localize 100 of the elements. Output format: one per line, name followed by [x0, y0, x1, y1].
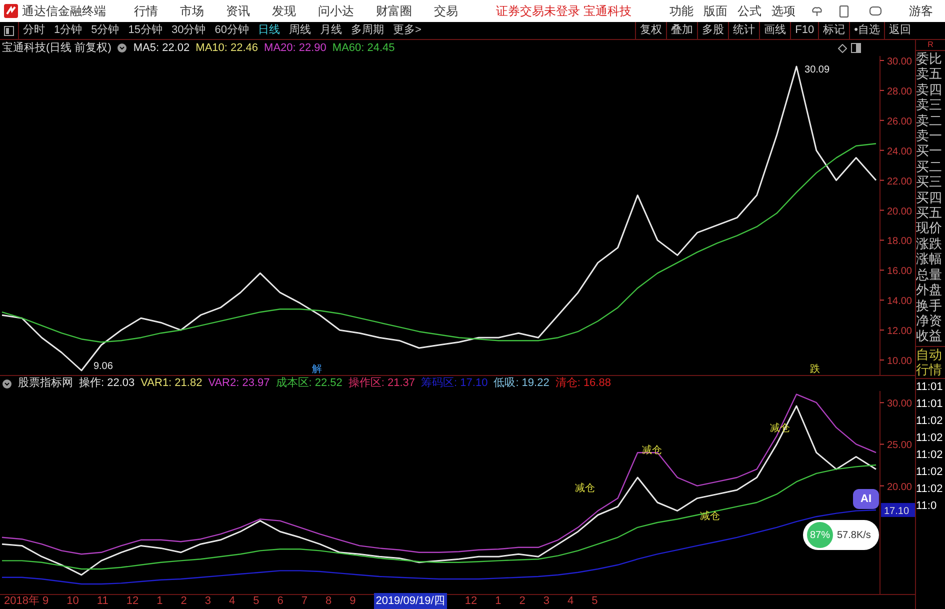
- message-icon[interactable]: [869, 6, 882, 16]
- quote-label: 外盘: [916, 282, 943, 298]
- chart-marker: 减仓: [700, 511, 720, 522]
- time-label: 5: [592, 594, 598, 609]
- menu-item[interactable]: 问小达: [318, 2, 354, 20]
- indicator-value: 筹码区: 17.10: [421, 376, 488, 392]
- indicator-value: VAR2: 23.97: [208, 376, 270, 392]
- chart-marker: 9.06: [93, 361, 113, 372]
- period-tab[interactable]: 30分钟: [172, 22, 206, 39]
- menu-item[interactable]: 选项: [771, 2, 796, 20]
- diamond-icon[interactable]: [838, 44, 847, 52]
- axis-label: 30.00: [886, 398, 912, 410]
- ai-button[interactable]: AI: [853, 489, 879, 509]
- chart-marker: 30.09: [804, 64, 830, 76]
- period-tab[interactable]: 1分钟: [54, 22, 82, 39]
- time-label: 12: [126, 594, 139, 609]
- login-notice[interactable]: 证券交易未登录 宝通科技: [496, 2, 632, 20]
- toolbar-button[interactable]: F10: [790, 22, 818, 40]
- quote-label: 委比: [916, 51, 943, 66]
- time-label: 12: [464, 594, 478, 609]
- period-tab[interactable]: 分时: [23, 22, 45, 39]
- quote-label: 收益: [916, 328, 943, 344]
- axis-label: 24.00: [886, 146, 912, 158]
- period-tab[interactable]: 60分钟: [214, 22, 249, 39]
- indicator-value: 操作区: 21.37: [348, 376, 416, 392]
- cloud-icon[interactable]: [811, 5, 824, 17]
- chart-title: 宝通科技(日线 前复权): [2, 40, 112, 56]
- time-label: 1: [495, 594, 502, 609]
- toolbar-button[interactable]: 返回: [884, 22, 915, 40]
- period-tab[interactable]: 更多>: [393, 22, 422, 39]
- settings-icon[interactable]: [2, 378, 12, 388]
- toolbar-button[interactable]: •自选: [849, 22, 884, 40]
- menu-item[interactable]: 版面: [703, 2, 728, 20]
- quote-label: 买三: [916, 174, 943, 190]
- quote-label: 换手: [916, 298, 943, 313]
- quote-label: 卖一: [916, 128, 943, 144]
- period-tab[interactable]: 周线: [289, 22, 311, 39]
- time-label: 6: [277, 594, 284, 609]
- time-label: 5: [253, 594, 260, 609]
- time-label: 4: [567, 594, 574, 609]
- menu-item[interactable]: 功能: [669, 2, 694, 20]
- axis-label: 26.00: [886, 116, 912, 128]
- network-speed-widget[interactable]: 87% 57.8K/s: [803, 520, 879, 550]
- current-value-tag: 17.10: [881, 502, 915, 517]
- toolbar-button[interactable]: 复权: [635, 22, 666, 40]
- phone-icon[interactable]: [839, 4, 850, 18]
- r-label: R: [926, 40, 934, 50]
- time-label: 7: [301, 594, 308, 609]
- time-label: 11: [96, 594, 108, 609]
- period-tab[interactable]: 月线: [320, 22, 342, 39]
- trade-time: 11:02: [916, 482, 944, 497]
- quote-label: 买二: [916, 158, 943, 174]
- axis-label: 18.00: [886, 236, 912, 248]
- menu-item[interactable]: 公式: [737, 2, 762, 20]
- mode-label: 自动: [916, 346, 943, 362]
- indicator-value: MA5: 22.02: [133, 40, 190, 56]
- chart-marker: 解: [312, 364, 322, 375]
- quote-label: 现价: [916, 220, 943, 236]
- axis-label: 20.00: [886, 482, 912, 493]
- toolbar-button[interactable]: 标记: [818, 22, 850, 40]
- axis-label: 25.00: [886, 440, 912, 452]
- quote-label: 买四: [916, 190, 943, 206]
- window-icon[interactable]: [851, 43, 861, 53]
- quote-label: 涨幅: [916, 251, 943, 267]
- mode-label: 行情: [916, 362, 943, 378]
- period-tab[interactable]: 日线: [258, 22, 280, 39]
- chart-marker: 减仓: [575, 483, 595, 494]
- indicator-value: 清仓: 16.88: [555, 376, 611, 392]
- toolbar-button[interactable]: 画线: [759, 22, 790, 40]
- menu-item[interactable]: 发现: [272, 2, 296, 20]
- axis-label: 16.00: [886, 266, 912, 278]
- settings-icon[interactable]: [117, 43, 128, 53]
- menu-item[interactable]: 财富圈: [376, 2, 412, 20]
- time-label: 2: [519, 594, 526, 609]
- quote-label: 涨跌: [916, 236, 943, 252]
- menu-item[interactable]: 交易: [434, 2, 458, 20]
- time-label: 8: [325, 594, 332, 609]
- period-tab[interactable]: 15分钟: [128, 22, 162, 39]
- quote-label: 卖三: [916, 97, 943, 113]
- axis-label: 20.00: [886, 206, 912, 218]
- axis-label: 22.00: [886, 176, 912, 188]
- indicator-value: VAR1: 21.82: [140, 376, 202, 392]
- menu-item[interactable]: 资讯: [226, 2, 250, 20]
- indicator-title: 股票指标网: [18, 376, 73, 392]
- trade-time: 11:02: [916, 414, 944, 429]
- app-name: 通达信金融终端: [22, 3, 106, 20]
- menu-item[interactable]: 行情: [134, 2, 158, 20]
- chart-marker: 跌: [810, 364, 820, 375]
- toolbar-button[interactable]: 叠加: [666, 22, 698, 40]
- percent-badge: 87%: [807, 522, 833, 548]
- quote-label: 卖二: [916, 112, 943, 128]
- indicator-value: MA20: 22.90: [264, 40, 326, 56]
- toolbar-button[interactable]: 多股: [697, 22, 728, 40]
- panel-toggle-icon[interactable]: [4, 26, 14, 36]
- app-logo-icon: [4, 4, 18, 18]
- period-tab[interactable]: 多周期: [351, 22, 384, 39]
- period-tab[interactable]: 5分钟: [91, 22, 120, 39]
- menu-item[interactable]: 市场: [180, 2, 204, 20]
- user-label[interactable]: 游客: [909, 2, 933, 20]
- toolbar-button[interactable]: 统计: [728, 22, 760, 40]
